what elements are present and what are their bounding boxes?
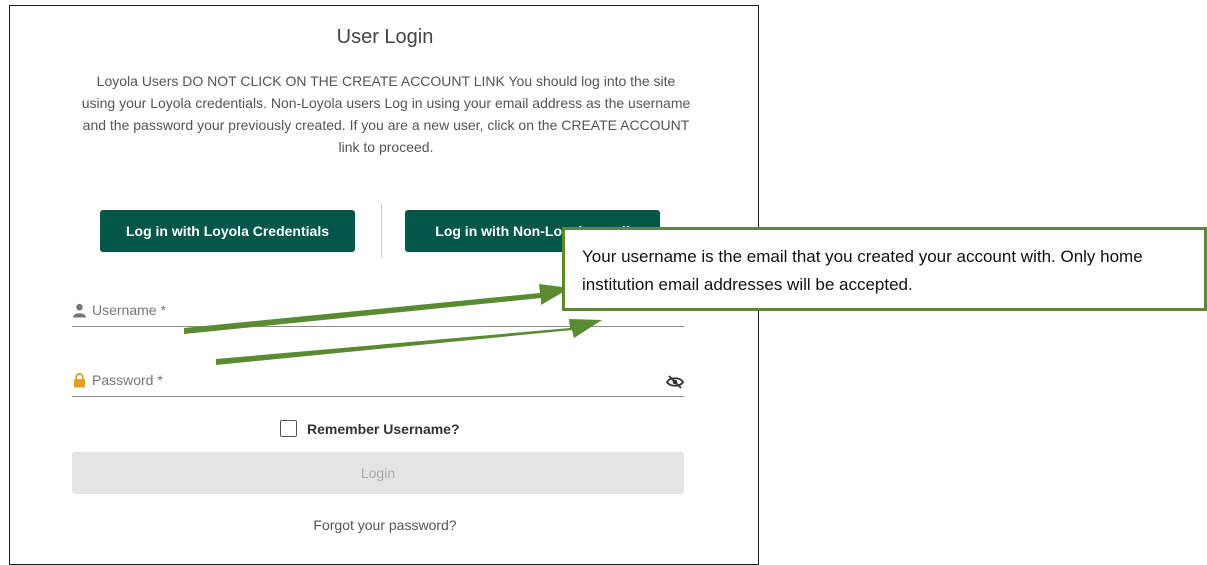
forgot-password-link[interactable]: Forgot your password? [10,517,760,533]
button-divider [381,204,382,258]
lock-icon [73,373,86,388]
password-field[interactable]: Password * [72,366,684,397]
login-button[interactable]: Login [72,452,684,494]
password-placeholder: Password * [92,372,163,388]
callout-text: Your username is the email that you crea… [582,247,1143,294]
username-callout: Your username is the email that you crea… [562,227,1207,311]
username-placeholder: Username * [92,302,166,318]
remember-checkbox[interactable] [280,420,297,437]
remember-label: Remember Username? [307,420,460,437]
user-icon [72,303,87,318]
remember-username[interactable]: Remember Username? [280,420,460,437]
page-title: User Login [336,26,434,48]
login-instructions: Loyola Users DO NOT CLICK ON THE CREATE … [81,73,691,155]
loyola-login-button[interactable]: Log in with Loyola Credentials [100,210,355,252]
eye-slash-icon[interactable] [666,374,684,390]
